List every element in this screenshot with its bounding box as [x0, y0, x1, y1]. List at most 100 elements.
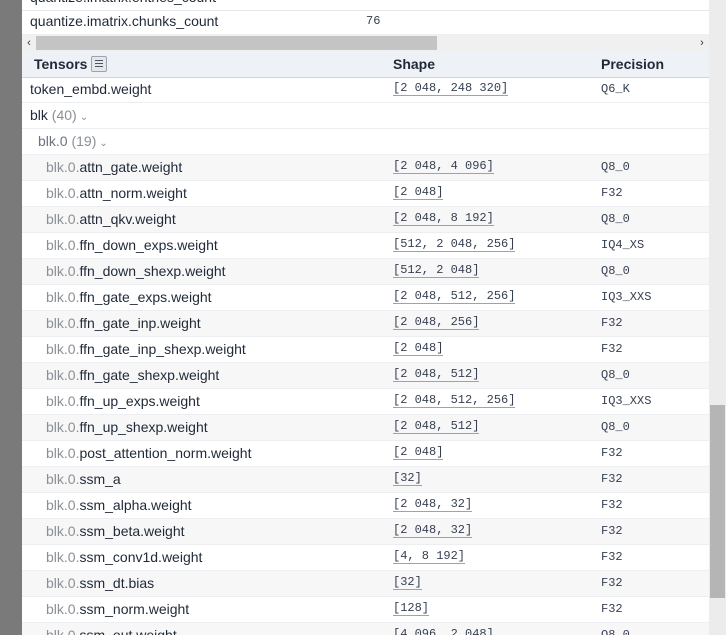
- tensor-name: blk.0.ssm_alpha.weight: [46, 497, 192, 513]
- tensor-name: blk.0.ssm_a: [46, 471, 121, 487]
- tensor-suffix: ssm_dt.bias: [79, 575, 155, 591]
- chevron-down-icon[interactable]: ⌄: [80, 112, 88, 123]
- tensor-precision: F32: [601, 446, 623, 460]
- horizontal-scroll-thumb[interactable]: [36, 36, 437, 50]
- table-row: blk.0.attn_gate.weight [2 048, 4 096] Q8_0: [22, 155, 709, 181]
- scroll-right-arrow-icon[interactable]: ›: [695, 34, 709, 52]
- tensor-name: blk.0.ffn_gate_shexp.weight: [46, 367, 219, 383]
- tensor-suffix: ffn_gate_shexp.weight: [79, 367, 220, 383]
- table-row: blk.0.ssm_alpha.weight [2 048, 32] F32: [22, 493, 709, 519]
- vertical-scrollbar[interactable]: [709, 0, 726, 635]
- tensor-prefix: blk.0.: [46, 445, 80, 461]
- tensor-suffix: ssm_beta.weight: [79, 523, 185, 539]
- tensor-suffix: ssm_norm.weight: [79, 601, 190, 617]
- tensor-shape: [2 048, 512]: [393, 367, 480, 382]
- tensor-precision: F32: [601, 602, 623, 616]
- tensor-shape: [2 048, 4 096]: [393, 159, 494, 174]
- table-row: blk.0.ffn_up_shexp.weight [2 048, 512] Q8_…: [22, 415, 709, 441]
- tensor-shape: [2 048, 248 320]: [393, 81, 509, 96]
- tensor-prefix: blk.0.: [46, 471, 80, 487]
- tensor-suffix: attn_gate.weight: [79, 159, 183, 175]
- tensor-suffix: ssm_conv1d.weight: [79, 549, 203, 565]
- tensor-suffix: ffn_gate_inp_shexp.weight: [79, 341, 246, 357]
- tensor-name: blk.0.ffn_up_exps.weight: [46, 393, 200, 409]
- tensor-shape: [32]: [393, 575, 422, 590]
- column-menu-icon[interactable]: [91, 56, 107, 72]
- header-shape: Shape: [393, 56, 436, 72]
- tensor-shape: [2 048]: [393, 445, 444, 460]
- tensor-suffix: ffn_down_exps.weight: [79, 237, 218, 253]
- group-count: (40): [51, 107, 77, 123]
- table-row: blk.0.ssm_dt.bias [32] F32: [22, 571, 709, 597]
- tensor-precision: F32: [601, 524, 623, 538]
- tensor-table-body: token_embd.weight [2 048, 248 320] Q6_K …: [22, 77, 709, 635]
- table-row: token_embd.weight [2 048, 248 320] Q6_K: [22, 77, 709, 103]
- tensor-name: blk.0.ffn_gate_exps.weight: [46, 289, 212, 305]
- tensor-name: blk.0.attn_norm.weight: [46, 185, 187, 201]
- tensor-prefix: blk.0.: [46, 237, 80, 253]
- group-row-blk[interactable]: blk (40) ⌄: [22, 103, 709, 129]
- next-group-row: [22, 628, 709, 635]
- group-row-blk-0[interactable]: blk.0 (19) ⌄: [22, 129, 709, 155]
- tensor-prefix: blk.0.: [46, 575, 80, 591]
- tensor-name: token_embd.weight: [30, 81, 152, 97]
- group-name: blk: [30, 107, 48, 123]
- tensor-prefix: blk.0.: [46, 289, 80, 305]
- table-row: blk.0.ssm_norm.weight [128] F32: [22, 597, 709, 623]
- vertical-scroll-thumb[interactable]: [710, 405, 725, 598]
- tensor-precision: Q8_0: [601, 160, 630, 174]
- tensor-name: blk.0.ffn_down_shexp.weight: [46, 263, 226, 279]
- metadata-value: 76: [366, 14, 381, 28]
- tensor-shape: [128]: [393, 601, 430, 616]
- header-precision: Precision: [601, 56, 665, 72]
- tensor-suffix: ffn_up_shexp.weight: [79, 419, 208, 435]
- tensor-suffix: ffn_down_shexp.weight: [79, 263, 226, 279]
- table-row: blk.0.ffn_gate_inp_shexp.weight [2 048] F3…: [22, 337, 709, 363]
- tensor-prefix: blk.0.: [46, 367, 80, 383]
- subgroup-count: (19): [71, 133, 97, 149]
- tensor-name: blk.0.ssm_conv1d.weight: [46, 549, 202, 565]
- table-row: blk.0.ssm_conv1d.weight [4, 8 192] F32: [22, 545, 709, 571]
- table-row: blk.0.ffn_down_exps.weight [512, 2 048, 2…: [22, 233, 709, 259]
- tensor-precision: IQ3_XXS: [601, 394, 652, 408]
- tensor-prefix: blk.0.: [46, 341, 80, 357]
- tensor-precision: F32: [601, 186, 623, 200]
- tensor-shape: [2 048, 512]: [393, 419, 480, 434]
- tensor-shape: [4, 8 192]: [393, 549, 466, 564]
- tensor-prefix: blk.0.: [46, 263, 80, 279]
- tensor-precision: IQ4_XS: [601, 238, 645, 252]
- tensor-precision: Q8_0: [601, 212, 630, 226]
- table-row: blk.0.attn_norm.weight [2 048] F32: [22, 181, 709, 207]
- chevron-down-icon[interactable]: ⌄: [99, 138, 107, 149]
- tensor-suffix: post_attention_norm.weight: [79, 445, 252, 461]
- tensor-prefix: blk.0.: [46, 549, 80, 565]
- subgroup-name: blk.0: [38, 133, 68, 149]
- tensor-prefix: blk.0.: [46, 523, 80, 539]
- tensor-precision: Q8_0: [601, 264, 630, 278]
- tensor-name: blk.0.ffn_down_exps.weight: [46, 237, 218, 253]
- tensor-name: blk.0.ffn_up_shexp.weight: [46, 419, 208, 435]
- scroll-left-arrow-icon[interactable]: ‹: [22, 34, 36, 52]
- tensor-precision: F32: [601, 342, 623, 356]
- tensor-precision: F32: [601, 576, 623, 590]
- tensor-shape: [512, 2 048, 256]: [393, 237, 516, 252]
- tensor-name: blk.0.ssm_dt.bias: [46, 575, 154, 591]
- tensor-prefix: blk.0.: [46, 601, 80, 617]
- tensor-prefix: blk.0.: [46, 419, 80, 435]
- table-row: blk.0.ffn_up_exps.weight [2 048, 512, 256…: [22, 389, 709, 415]
- tensor-shape: [2 048, 512, 256]: [393, 393, 516, 408]
- tensor-precision: IQ3_XXS: [601, 290, 652, 304]
- tensor-shape: [2 048, 32]: [393, 497, 473, 512]
- tensor-shape: [2 048, 8 192]: [393, 211, 494, 226]
- table-row: blk.0.ssm_beta.weight [2 048, 32] F32: [22, 519, 709, 545]
- table-row: blk.0.attn_qkv.weight [2 048, 8 192] Q8_0: [22, 207, 709, 233]
- tensor-table-header: Tensors Shape Precision: [22, 52, 709, 78]
- metadata-key: quantize.imatrix.chunks_count: [30, 13, 219, 29]
- background-page: [0, 0, 22, 635]
- tensor-shape: [2 048, 256]: [393, 315, 480, 330]
- tensor-suffix: ssm_a: [79, 471, 121, 487]
- tensor-name: blk.0.attn_qkv.weight: [46, 211, 176, 227]
- tensor-prefix: blk.0.: [46, 211, 80, 227]
- horizontal-scrollbar[interactable]: ‹ ›: [22, 34, 709, 52]
- tensor-prefix: blk.0.: [46, 159, 80, 175]
